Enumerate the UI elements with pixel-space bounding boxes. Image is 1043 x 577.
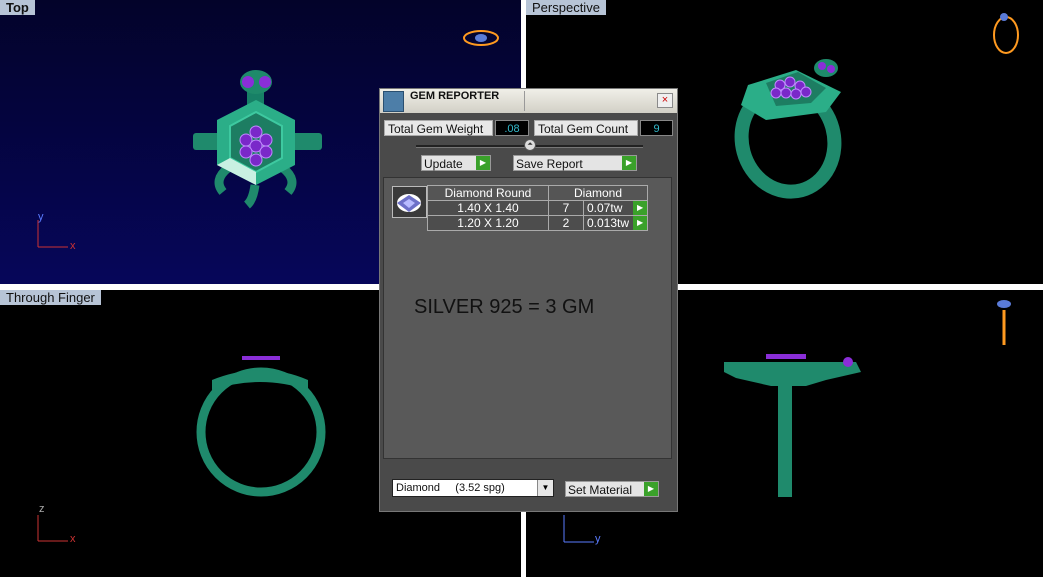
play-arrow-icon: ▶ [622, 156, 636, 170]
total-gem-weight-label: Total Gem Weight [384, 120, 493, 136]
gem-list-panel: Diamond Round Diamond 1.40 X 1.40 7 0.07… [383, 177, 672, 459]
gem-weight-cell[interactable]: 0.013tw ▶ [582, 215, 649, 231]
axis-y-label: y [595, 533, 601, 545]
gem-reporter-icon [383, 91, 404, 112]
save-report-button-label: Save Report [516, 157, 583, 171]
axis-x-label: x [70, 240, 76, 252]
gem-thumbnail-icon[interactable] [392, 186, 427, 218]
table-row[interactable]: 1.40 X 1.40 7 0.07tw ▶ [427, 200, 649, 216]
ring-nav-icon [993, 13, 1019, 54]
play-arrow-icon: ▶ [476, 156, 490, 170]
chevron-down-icon[interactable]: ▼ [537, 480, 553, 496]
dialog-title: GEM REPORTER [410, 90, 500, 102]
titlebar-divider [524, 91, 525, 111]
close-icon[interactable]: × [657, 93, 673, 108]
gem-weight-value: 0.013tw [587, 216, 630, 230]
ring-nav-icon [463, 30, 499, 46]
total-gem-weight-value: .08 [495, 120, 529, 136]
material-select[interactable]: Diamond (3.52 spg) ▼ [392, 479, 554, 497]
axis-z-label: z [39, 503, 45, 515]
metal-weight-note: SILVER 925 = 3 GM [414, 296, 595, 318]
dialog-titlebar[interactable]: GEM REPORTER × [380, 89, 677, 113]
gem-weight-value: 0.07tw [587, 201, 623, 215]
axis-x-label: x [70, 533, 76, 545]
gem-count-cell: 7 [548, 200, 584, 216]
gem-size-cell: 1.20 X 1.20 [427, 215, 549, 231]
gem-reporter-dialog[interactable]: GEM REPORTER × Total Gem Weight .08 Tota… [379, 88, 678, 512]
play-arrow-icon: ▶ [644, 482, 658, 496]
gem-weight-cell[interactable]: 0.07tw ▶ [582, 200, 649, 216]
column-header-stone: Diamond [547, 185, 649, 201]
total-gem-count-value: 9 [640, 120, 673, 136]
update-button[interactable]: Update ▶ [421, 155, 491, 171]
play-arrow-icon[interactable]: ▶ [633, 201, 648, 215]
update-button-label: Update [424, 157, 463, 171]
column-header-shape: Diamond Round [427, 185, 549, 201]
set-material-button-label: Set Material [568, 483, 633, 497]
gem-table: Diamond Round Diamond 1.40 X 1.40 7 0.07… [427, 185, 649, 231]
table-row[interactable]: 1.20 X 1.20 2 0.013tw ▶ [427, 215, 649, 231]
material-select-value: Diamond (3.52 spg) [396, 482, 505, 494]
splitter-toggle-icon[interactable]: ⏶ [524, 139, 536, 151]
set-material-button[interactable]: Set Material ▶ [565, 481, 659, 497]
ring-nav-icon [997, 300, 1011, 345]
axis-y-label: y [38, 211, 44, 223]
play-arrow-icon[interactable]: ▶ [633, 216, 648, 230]
total-gem-count-label: Total Gem Count [534, 120, 638, 136]
save-report-button[interactable]: Save Report ▶ [513, 155, 637, 171]
gem-count-cell: 2 [548, 215, 584, 231]
gem-table-header: Diamond Round Diamond [427, 185, 649, 201]
gem-size-cell: 1.40 X 1.40 [427, 200, 549, 216]
